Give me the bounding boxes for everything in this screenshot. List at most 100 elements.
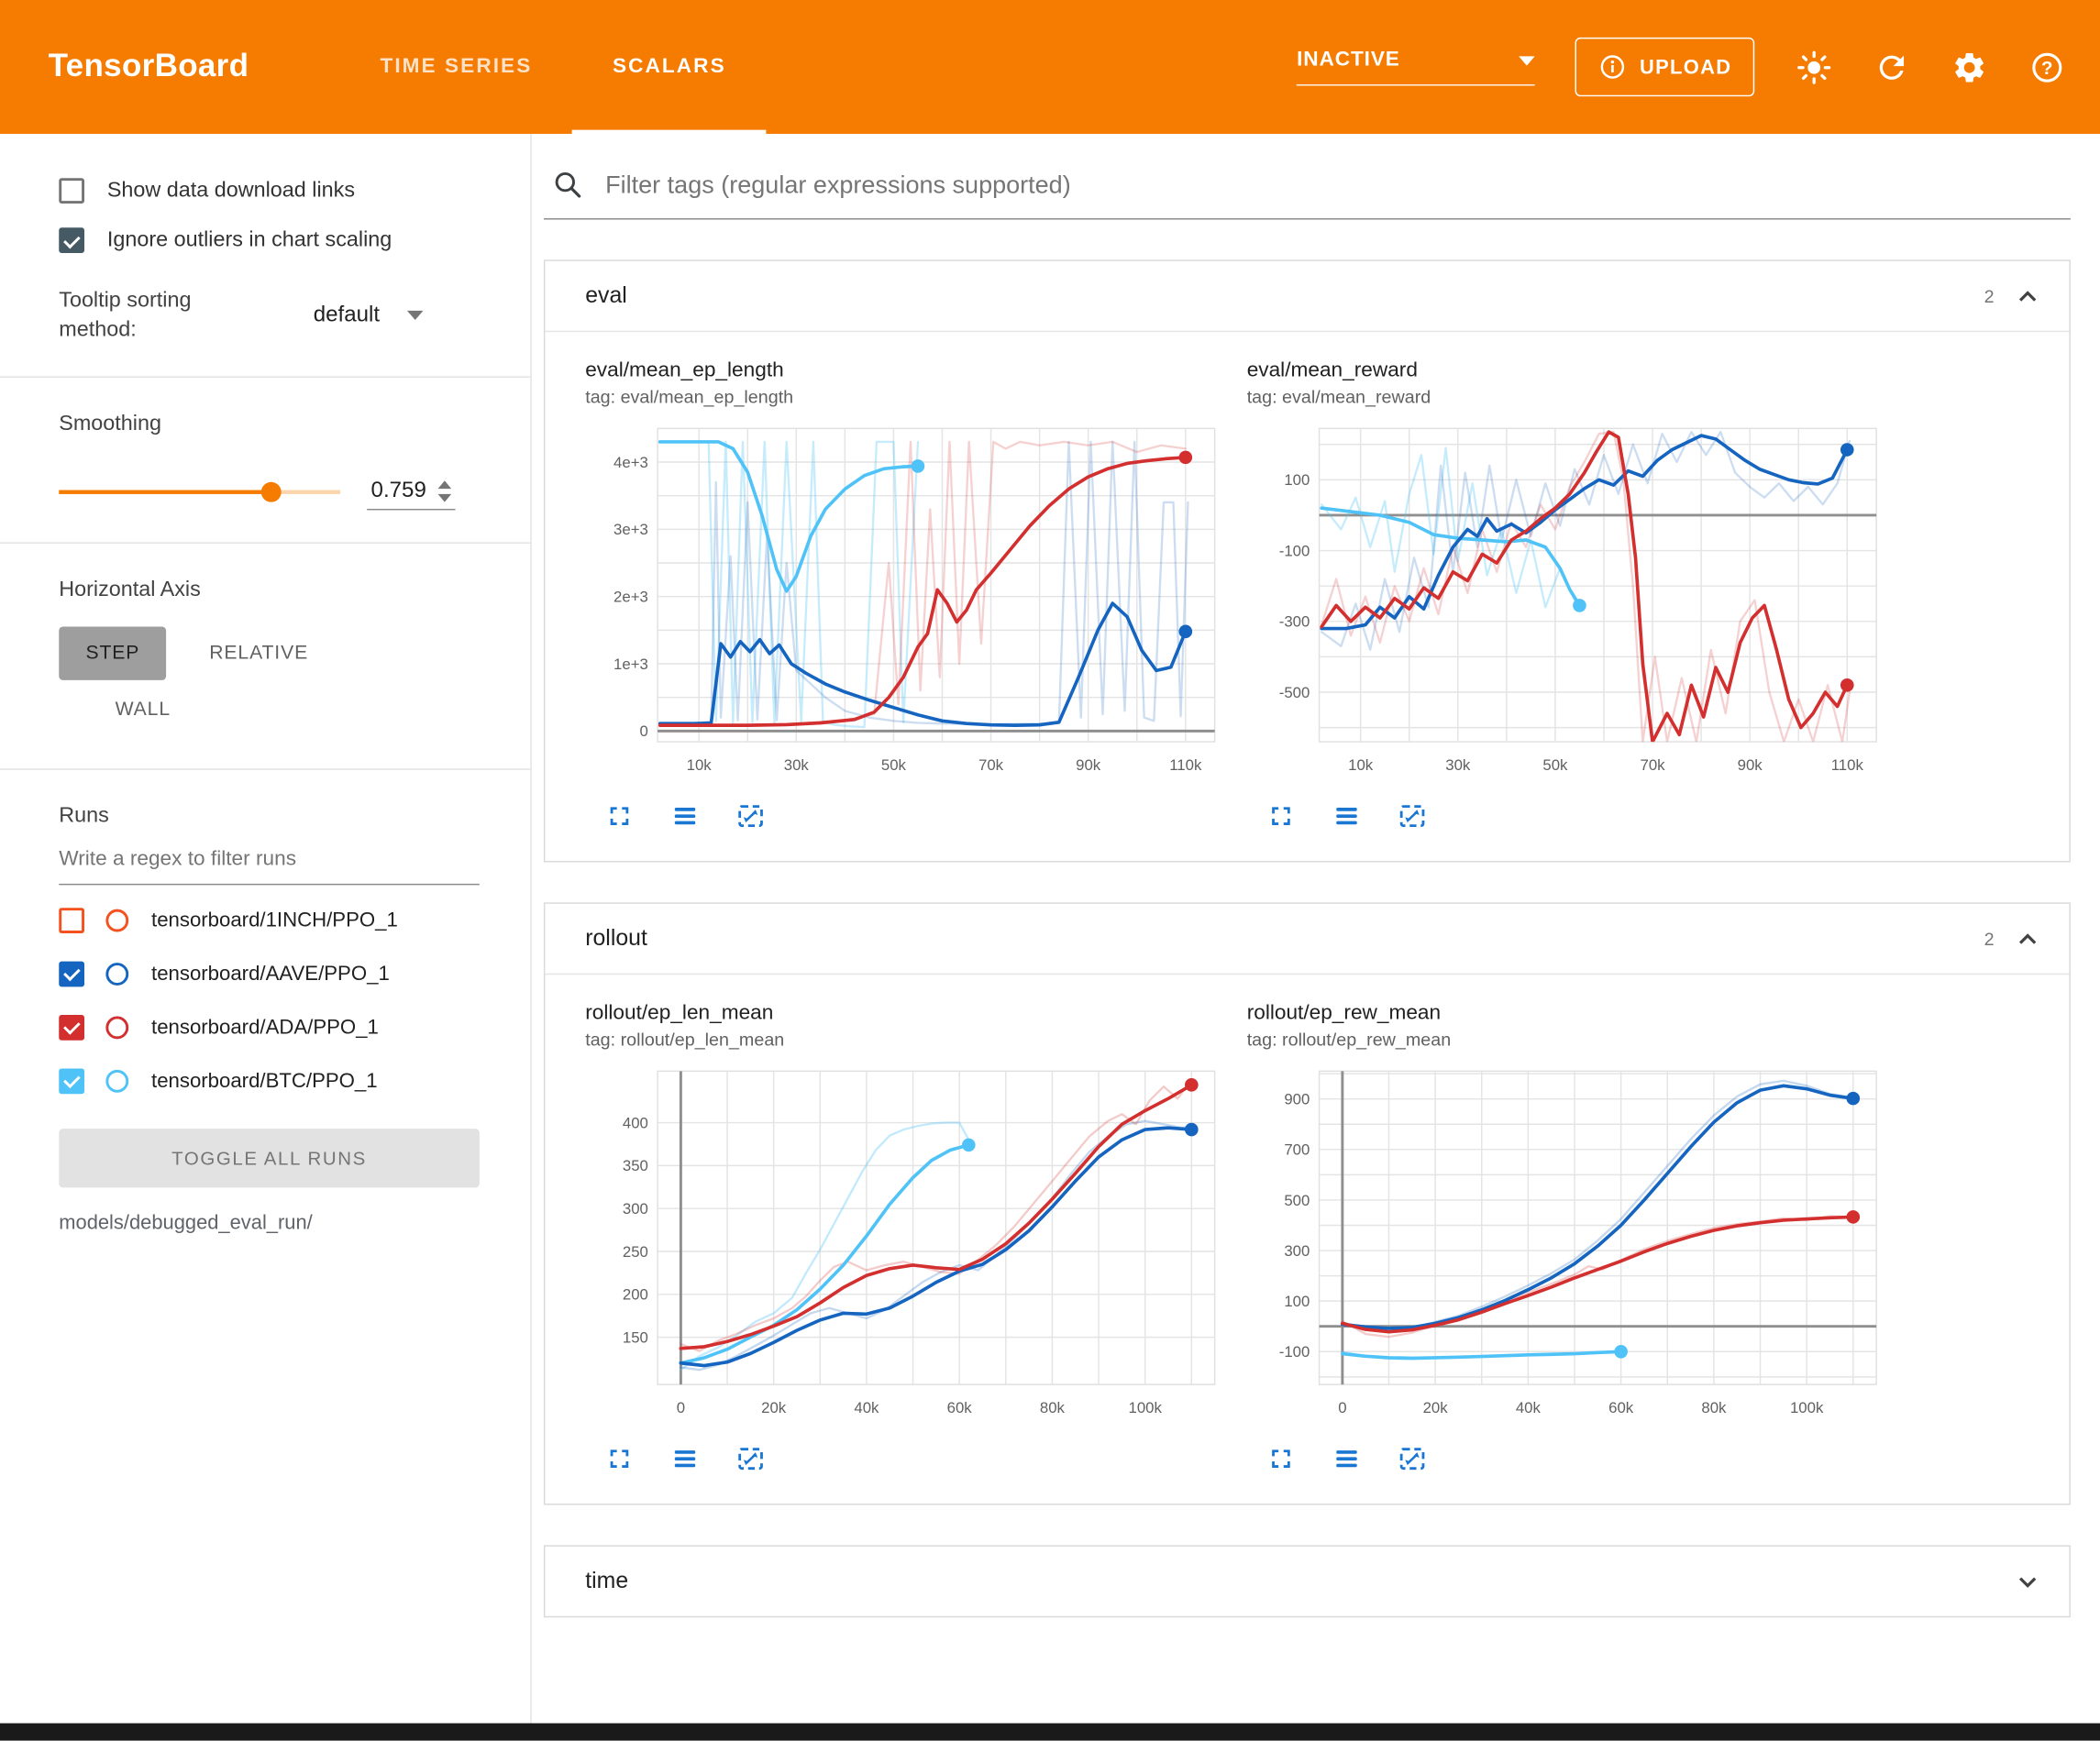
data-table-icon[interactable] <box>1332 1443 1363 1474</box>
run-color-circle <box>105 1069 128 1092</box>
runs-filter-input[interactable] <box>59 832 480 885</box>
help-icon[interactable]: ? <box>2028 49 2065 86</box>
expand-chart-icon[interactable] <box>604 800 636 832</box>
run-color-circle <box>105 963 128 986</box>
status-label: INACTIVE <box>1297 49 1400 72</box>
tooltip-sorting-row: Tooltip sorting method: default <box>59 287 480 345</box>
svg-text:200: 200 <box>623 1286 648 1304</box>
svg-text:30k: 30k <box>784 756 810 774</box>
ignore-outliers-checkbox[interactable] <box>59 227 84 253</box>
expand-chart-icon[interactable] <box>1266 1443 1297 1474</box>
chevron-down-icon[interactable] <box>2013 1567 2042 1596</box>
svg-text:50k: 50k <box>881 756 907 774</box>
refresh-icon[interactable] <box>1873 49 1910 86</box>
fit-domain-icon[interactable] <box>1397 1443 1428 1474</box>
smoothing-value: 0.759 <box>371 479 426 504</box>
data-source-select[interactable]: INACTIVE <box>1297 49 1535 86</box>
run-row: tensorboard/BTC/PPO_1 <box>59 1054 480 1107</box>
run-row: tensorboard/ADA/PPO_1 <box>59 1000 480 1053</box>
svg-text:70k: 70k <box>978 756 1004 774</box>
tooltip-sorting-value: default <box>314 303 380 328</box>
svg-text:90k: 90k <box>1738 756 1763 774</box>
svg-text:250: 250 <box>623 1243 648 1261</box>
data-table-icon[interactable] <box>669 800 701 832</box>
upload-label: UPLOAD <box>1640 56 1731 79</box>
run-checkbox[interactable] <box>59 1068 84 1094</box>
svg-text:80k: 80k <box>1040 1399 1066 1416</box>
tab-scalars[interactable]: SCALARS <box>572 0 766 134</box>
fit-domain-icon[interactable] <box>1397 800 1428 832</box>
run-label: tensorboard/BTC/PPO_1 <box>151 1069 378 1092</box>
fit-domain-icon[interactable] <box>735 800 767 832</box>
svg-text:100k: 100k <box>1128 1399 1162 1416</box>
fit-domain-icon[interactable] <box>735 1443 767 1474</box>
axis-wall-button[interactable]: WALL <box>88 683 197 736</box>
app-title: TensorBoard <box>49 49 249 86</box>
run-checkbox[interactable] <box>59 908 84 933</box>
chevron-up-icon[interactable] <box>2013 924 2042 953</box>
chart-tag: tag: rollout/ep_rew_mean <box>1247 1030 1887 1050</box>
section-card-rollout: rollout 2 rollout/ep_len_mean tag: rollo… <box>544 902 2071 1504</box>
scalar-chart-canvas[interactable]: 020k40k60k80k100k900700500300100-100 <box>1247 1061 1887 1425</box>
upload-button[interactable]: UPLOAD <box>1575 38 1754 96</box>
scalar-chart-canvas[interactable]: 10k30k50k70k90k110k100-100-300-500 <box>1247 418 1887 782</box>
axis-step-button[interactable]: STEP <box>59 627 166 680</box>
svg-text:110k: 110k <box>1169 756 1202 774</box>
scalar-chart-canvas[interactable]: 10k30k50k70k90k110k01e+32e+33e+34e+3 <box>585 418 1225 782</box>
scalar-chart-canvas[interactable]: 020k40k60k80k100k400350300250200150 <box>585 1061 1225 1425</box>
chart-title: rollout/ep_rew_mean <box>1247 1001 1887 1025</box>
runs-label: Runs <box>59 805 480 829</box>
card-header-eval[interactable]: eval 2 <box>545 261 2069 331</box>
show-download-checkbox[interactable] <box>59 178 84 204</box>
run-checkbox[interactable] <box>59 961 84 986</box>
stepper-down-icon[interactable] <box>438 493 452 501</box>
svg-text:300: 300 <box>1284 1242 1310 1260</box>
svg-text:110k: 110k <box>1831 756 1864 774</box>
svg-text:10k: 10k <box>1348 756 1374 774</box>
svg-text:0: 0 <box>640 722 648 740</box>
chart-tag: tag: eval/mean_ep_length <box>585 387 1225 407</box>
smoothing-control: 0.759 <box>59 474 480 510</box>
section-card-eval: eval 2 eval/mean_ep_length tag: eval/mea… <box>544 259 2071 862</box>
svg-text:-100: -100 <box>1279 542 1310 559</box>
tag-filter-input[interactable] <box>602 169 2065 201</box>
svg-text:50k: 50k <box>1542 756 1568 774</box>
axis-options-row-2: WALL <box>88 683 479 736</box>
svg-text:100: 100 <box>1284 471 1310 489</box>
card-header-rollout[interactable]: rollout 2 <box>545 904 2069 974</box>
stepper-up-icon[interactable] <box>438 480 452 489</box>
expand-chart-icon[interactable] <box>1266 800 1297 832</box>
svg-text:700: 700 <box>1284 1141 1310 1159</box>
chart-actions <box>585 800 1225 832</box>
run-label: tensorboard/1INCH/PPO_1 <box>151 909 398 931</box>
divider <box>0 769 530 770</box>
data-table-icon[interactable] <box>669 1443 701 1474</box>
data-table-icon[interactable] <box>1332 800 1363 832</box>
svg-text:60k: 60k <box>947 1399 973 1416</box>
svg-text:30k: 30k <box>1445 756 1471 774</box>
toggle-all-runs-button[interactable]: TOGGLE ALL RUNS <box>59 1129 480 1187</box>
chevron-up-icon[interactable] <box>2013 281 2042 311</box>
axis-relative-button[interactable]: RELATIVE <box>182 627 335 680</box>
expand-chart-icon[interactable] <box>604 1443 636 1474</box>
card-body-rollout: rollout/ep_len_mean tag: rollout/ep_len_… <box>545 974 2069 1504</box>
tab-time-series[interactable]: TIME SERIES <box>340 0 573 134</box>
slider-knob[interactable] <box>261 482 282 502</box>
card-title: eval <box>585 282 1984 309</box>
divider <box>0 377 530 378</box>
svg-text:3e+3: 3e+3 <box>613 521 648 538</box>
tooltip-sorting-select[interactable]: default <box>314 303 423 328</box>
smoothing-value-field[interactable]: 0.759 <box>367 474 456 510</box>
main-tabs: TIME SERIES SCALARS <box>340 0 767 134</box>
svg-text:400: 400 <box>623 1114 648 1131</box>
settings-gear-icon[interactable] <box>1950 49 1987 86</box>
brightness-icon[interactable] <box>1795 49 1832 86</box>
smoothing-slider[interactable] <box>59 481 340 504</box>
chart-actions <box>1247 800 1887 832</box>
svg-text:100k: 100k <box>1790 1399 1824 1416</box>
chart-tag: tag: eval/mean_reward <box>1247 387 1887 407</box>
run-checkbox[interactable] <box>59 1015 84 1041</box>
card-header-time[interactable]: time <box>545 1547 2069 1616</box>
smoothing-stepper[interactable] <box>438 480 452 501</box>
section-card-time: time <box>544 1545 2071 1617</box>
